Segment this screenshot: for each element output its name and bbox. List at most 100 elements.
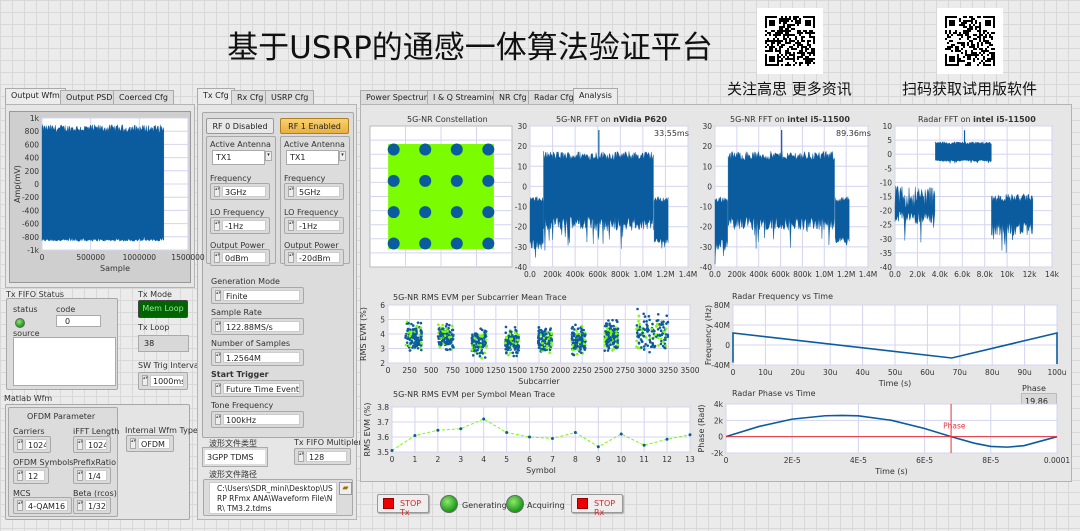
- generating-label: Generating: [462, 501, 507, 510]
- evm-point: [517, 335, 520, 339]
- evm-point: [636, 346, 640, 350]
- evm-point: [658, 326, 662, 329]
- evm-point: [611, 334, 615, 337]
- constellation-point: [419, 206, 432, 219]
- y-tick-label: 5: [380, 316, 385, 325]
- y-tick-label: 10: [702, 162, 712, 171]
- evm-symbol-point: [550, 437, 554, 440]
- evm-point: [664, 333, 668, 336]
- y-tick-label: -2k: [711, 449, 723, 458]
- evm-point: [451, 337, 455, 341]
- stop-tx-button[interactable]: STOP Tx: [377, 494, 429, 517]
- evm-point: [664, 344, 668, 347]
- rfft-chart: 0.0 2.0k 4.0k 6.0k 8.0k 10k 12k 14k1050-5-10-15…: [880, 122, 1060, 279]
- stop-rx-button[interactable]: STOP Rx: [571, 494, 623, 517]
- evm-symbol-point: [642, 443, 646, 447]
- y-tick-label: 400: [25, 154, 40, 163]
- evm-point: [516, 338, 519, 342]
- evm-point: [475, 352, 479, 355]
- constellation-point: [482, 174, 495, 187]
- x-tick-label: 4: [481, 455, 486, 464]
- evm-point: [408, 349, 412, 352]
- acquiring-label: Acquiring: [527, 501, 565, 510]
- y-tick-label: 0: [887, 150, 892, 159]
- evm-point: [419, 337, 423, 341]
- y-tick-label: -600: [22, 220, 39, 229]
- evm-point: [550, 332, 553, 336]
- evm-point: [638, 328, 641, 331]
- fft-nvidia-device: nVidia P620: [613, 115, 667, 124]
- x-tick-label: 2.0k: [909, 270, 926, 279]
- evm-point: [406, 327, 410, 331]
- x-tick-label: 500: [424, 366, 439, 375]
- acquiring-led: [506, 495, 524, 513]
- const-chart: [369, 125, 513, 268]
- y-tick-label: -30: [515, 243, 527, 252]
- evm-point: [483, 356, 487, 359]
- evm-point: [640, 346, 643, 349]
- evm-point: [545, 344, 549, 348]
- constellation-point: [482, 237, 495, 250]
- constellation-point: [482, 206, 495, 219]
- evm-point: [516, 351, 519, 355]
- x-tick-label: 0: [40, 253, 45, 262]
- x-tick-label: 1500000: [171, 253, 205, 262]
- y-tick-label: 1k: [30, 114, 40, 123]
- evm-point: [646, 330, 649, 333]
- y-tick-label: 2: [380, 359, 385, 368]
- y-tick-label: 10: [882, 122, 892, 131]
- evm-point: [645, 323, 649, 326]
- x-axis-label: Subcarrier: [518, 377, 560, 386]
- fft-intel-title: 5G-NR FFT on intel i5-11500: [730, 115, 850, 124]
- evm-point: [659, 342, 663, 346]
- evm-point: [576, 348, 579, 351]
- fft-nvidia-title-text: 5G-NR FFT on: [556, 115, 614, 124]
- x-tick-label: 8E-5: [982, 456, 999, 465]
- y-tick-label: 10: [517, 162, 527, 171]
- x-tick-label: 2000: [551, 366, 570, 375]
- y-tick-label: 3.6: [377, 433, 389, 442]
- evm-point: [639, 338, 643, 341]
- evm-symbol-title: 5G-NR RMS EVM per Symbol Mean Trace: [393, 390, 556, 399]
- evm-point: [541, 339, 545, 343]
- evm-point: [666, 335, 670, 338]
- y-tick-label: 3.8: [377, 403, 389, 412]
- constellation-point: [419, 237, 432, 250]
- evm-point: [473, 332, 477, 335]
- evm-point: [607, 347, 611, 350]
- evm-point: [574, 343, 577, 347]
- x-tick-label: 1750: [529, 366, 548, 375]
- fft1-chart: 0.0 200k 400k 600k 800k 1.0M 1.2M 1.4M3020100-1…: [515, 122, 697, 279]
- y-tick-label: 30: [517, 122, 527, 131]
- evm-point: [550, 338, 554, 341]
- evm-point: [440, 342, 443, 346]
- evm-point: [438, 346, 442, 349]
- evm-point: [419, 326, 423, 329]
- y-tick-label: 6: [380, 301, 385, 310]
- evm-point: [650, 327, 654, 331]
- y-tick-label: -25: [880, 221, 892, 230]
- evm-point: [505, 336, 508, 340]
- evm-point: [420, 341, 423, 345]
- x-tick-label: 6E-5: [916, 456, 933, 465]
- x-tick-label: 500000: [76, 253, 105, 262]
- evm-point: [504, 331, 508, 335]
- evm-point: [441, 330, 445, 333]
- generating-led: [440, 495, 458, 513]
- evm-point: [481, 334, 484, 338]
- x-tick-label: 7: [550, 455, 555, 464]
- evm-point: [580, 324, 584, 328]
- x-tick-label: 1.2M: [656, 270, 674, 279]
- y-tick-label: 4k: [714, 400, 724, 409]
- y-tick-label: -10: [515, 203, 527, 212]
- evm-point: [606, 349, 610, 352]
- x-tick-label: 13: [685, 455, 695, 464]
- evm-point: [512, 343, 515, 347]
- evm-point: [574, 341, 578, 345]
- evm-point: [603, 349, 607, 352]
- x-tick-label: 2750: [616, 366, 635, 375]
- evm-point: [419, 346, 422, 350]
- evm-point: [483, 331, 486, 334]
- evm-point: [407, 321, 410, 325]
- evm-point: [445, 327, 448, 330]
